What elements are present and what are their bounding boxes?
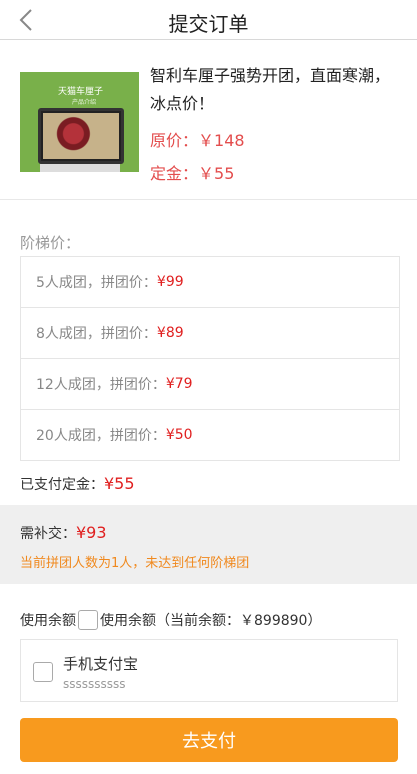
paid-deposit: 已支付定金：¥55 <box>20 474 135 494</box>
tier-row: 12人成团，拼团价： ¥79 <box>21 359 399 410</box>
tier-row: 20人成团，拼团价： ¥50 <box>21 410 399 460</box>
tier-price: ¥99 <box>156 274 184 290</box>
monitor-stand <box>40 164 120 172</box>
paid-deposit-label: 已支付定金： <box>20 477 104 493</box>
header-bar: 提交订单 <box>0 0 417 40</box>
tier-row: 8人成团，拼团价： ¥89 <box>21 308 399 359</box>
original-price: 原价：￥148 <box>150 127 245 151</box>
tier-condition: 8人成团，拼团价： <box>36 326 157 342</box>
use-balance-prefix: 使用余额 <box>20 613 76 629</box>
deposit-price: 定金：￥55 <box>150 160 234 184</box>
amount-due-panel: 需补交：¥93 当前拼团人数为1人，未达到任何阶梯团 <box>0 505 417 584</box>
payment-method-alipay[interactable]: 手机支付宝 ssssssssss <box>20 639 398 702</box>
payment-method-desc: ssssssssss <box>63 677 126 691</box>
original-price-label: 原价： <box>150 131 199 150</box>
product-image-subtitle: 产品介绍 <box>72 99 97 106</box>
deposit-label: 定金： <box>150 164 199 183</box>
payment-method-name: 手机支付宝 <box>63 655 139 673</box>
product-image-title: 天猫车厘子 <box>58 87 104 97</box>
payment-method-checkbox[interactable] <box>33 662 53 682</box>
monitor-graphic <box>38 108 124 164</box>
paid-deposit-value: ¥55 <box>104 474 135 493</box>
product-card: 天猫车厘子 产品介绍 智利车厘子强势开团，直面寒潮，冰点价！ 原价：￥148 定… <box>0 40 417 200</box>
original-price-value: ￥148 <box>198 131 245 150</box>
amount-due-value: ¥93 <box>76 523 107 542</box>
tier-price: ¥50 <box>165 427 193 443</box>
tier-row: 5人成团，拼团价： ¥99 <box>21 257 399 308</box>
use-balance-label: 使用余额（当前余额：￥899890） <box>100 613 322 629</box>
use-balance-checkbox[interactable] <box>78 610 98 630</box>
tier-price: ¥89 <box>156 325 184 341</box>
tier-status-note: 当前拼团人数为1人，未达到任何阶梯团 <box>20 556 250 571</box>
product-image[interactable]: 天猫车厘子 产品介绍 <box>20 72 139 172</box>
amount-due-label: 需补交： <box>20 526 76 542</box>
tier-condition: 20人成团，拼团价： <box>36 428 166 444</box>
deposit-value: ￥55 <box>198 164 235 183</box>
tier-price-list: 5人成团，拼团价： ¥99 8人成团，拼团价： ¥89 12人成团，拼团价： ¥79 … <box>20 256 400 461</box>
use-balance-row[interactable]: 使用余额 使用余额（当前余额：￥899890） <box>20 610 321 630</box>
page-title: 提交订单 <box>168 12 249 36</box>
tier-price-label: 阶梯价： <box>20 234 81 252</box>
pay-button[interactable]: 去支付 <box>20 718 398 762</box>
tier-condition: 5人成团，拼团价： <box>36 275 157 291</box>
amount-due: 需补交：¥93 <box>20 523 107 543</box>
tier-price: ¥79 <box>165 376 193 392</box>
product-title: 智利车厘子强势开团，直面寒潮，冰点价！ <box>150 66 391 113</box>
tier-condition: 12人成团，拼团价： <box>36 377 166 393</box>
